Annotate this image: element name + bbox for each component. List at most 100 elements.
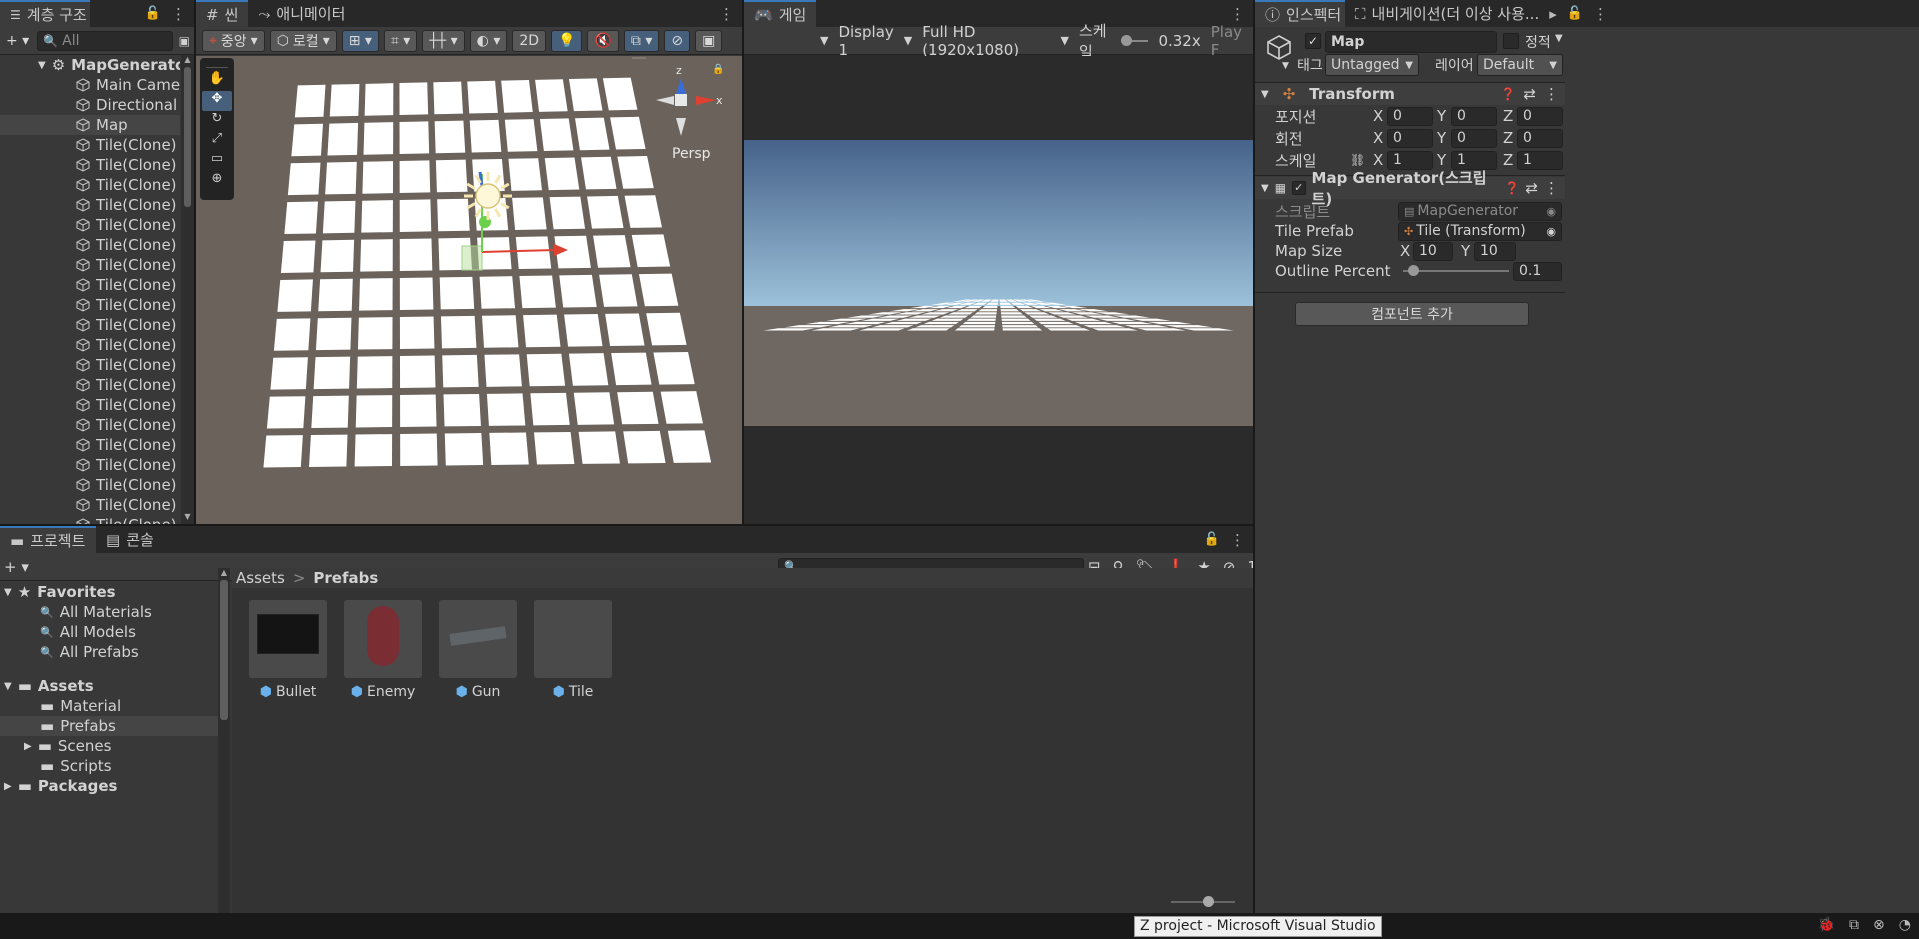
thumbnail-size-slider[interactable] — [1171, 896, 1235, 907]
help-icon[interactable]: ❓ — [1500, 87, 1515, 101]
hierarchy-item[interactable]: Map — [0, 115, 180, 135]
scene-tile[interactable] — [519, 275, 556, 309]
scene-tile[interactable] — [568, 353, 609, 386]
project-tree-scroll-thumb[interactable] — [220, 580, 228, 720]
scene-tile[interactable] — [467, 80, 498, 114]
more-options-icon[interactable]: ⋮ — [1593, 5, 1608, 23]
scene-tile[interactable] — [355, 395, 393, 428]
assets-section[interactable]: ▼ ▬ Assets — [0, 676, 218, 696]
tab-scroll-right-icon[interactable]: ▸ — [1549, 5, 1557, 23]
lock-icon[interactable]: 🔓 — [145, 6, 161, 21]
create-asset-button[interactable]: + ▾ — [4, 558, 29, 576]
hand-tool-icon[interactable]: ✋ — [202, 71, 232, 91]
favorite-item[interactable]: 🔍 All Models — [0, 622, 218, 642]
icon-dropdown-arrow[interactable]: ▼ — [1282, 61, 1289, 71]
hierarchy-item[interactable]: Tile(Clone) — [0, 175, 180, 195]
favorite-item[interactable]: 🔍 All Prefabs — [0, 642, 218, 662]
orientation-x-cone[interactable] — [696, 96, 716, 105]
outline-percent-field[interactable]: 0.1 — [1513, 261, 1562, 281]
scene-tile[interactable] — [587, 195, 624, 229]
scene-tile[interactable] — [469, 119, 502, 153]
scene-tile[interactable] — [273, 318, 311, 351]
transform-z-field[interactable]: 0 — [1517, 128, 1563, 148]
scene-tile[interactable] — [320, 239, 355, 273]
scene-tile[interactable] — [486, 393, 526, 426]
scene-tile[interactable] — [660, 391, 703, 424]
object-name-field[interactable]: Map — [1325, 31, 1497, 53]
hierarchy-item[interactable]: Tile(Clone) — [0, 455, 180, 475]
2d-toggle[interactable]: 2D — [512, 29, 547, 52]
scene-tile[interactable] — [484, 354, 522, 387]
layers-icon[interactable]: ⧉ — [1849, 917, 1859, 933]
scene-tile[interactable] — [318, 278, 353, 312]
scene-tile[interactable] — [624, 195, 662, 228]
tile-prefab-field[interactable]: ✣ Tile (Transform) ◉ — [1398, 221, 1562, 241]
lock-icon[interactable]: 🔓 — [1204, 532, 1220, 547]
palette-handle[interactable] — [206, 60, 228, 68]
scene-tile[interactable] — [435, 159, 468, 193]
scene-tile[interactable] — [539, 118, 574, 152]
scene-tile[interactable] — [617, 155, 654, 189]
scene-tile[interactable] — [399, 316, 435, 349]
resolution-dropdown[interactable]: Full HD (1920x1080) ▼ — [922, 23, 1069, 59]
scene-tile[interactable] — [329, 83, 360, 117]
move-gizmo-plane[interactable] — [461, 245, 483, 271]
transform-tool-icon[interactable]: ⊕ — [202, 171, 232, 191]
scene-tile[interactable] — [444, 433, 484, 466]
scroll-up-icon[interactable]: ▲ — [181, 55, 194, 67]
game-mode-dropdown[interactable]: ▼ — [820, 34, 828, 47]
hierarchy-item[interactable]: Tile(Clone) — [0, 395, 180, 415]
tab-game[interactable]: 🎮 게임 — [744, 0, 817, 27]
transform-x-field[interactable]: 0 — [1387, 128, 1433, 148]
game-viewport[interactable] — [744, 56, 1253, 524]
hierarchy-item[interactable]: Directional Light — [0, 95, 180, 115]
scene-tile[interactable] — [530, 392, 570, 426]
scene-tile[interactable] — [399, 82, 429, 116]
map-generator-header[interactable]: ▼ ▦ ✓ Map Generator(스크립트) ❓ ⇄ ⋮ — [1255, 169, 1565, 208]
rect-tool-icon[interactable]: ▭ — [202, 151, 232, 171]
more-options-icon[interactable]: ⋮ — [1230, 531, 1245, 549]
hierarchy-item[interactable]: Tile(Clone) — [0, 235, 180, 255]
scene-tile[interactable] — [434, 120, 466, 154]
scene-tile[interactable] — [277, 279, 313, 312]
hierarchy-item[interactable]: Tile(Clone) — [0, 195, 180, 215]
scene-tile[interactable] — [364, 83, 394, 116]
object-picker-icon[interactable]: ◉ — [1546, 225, 1556, 238]
orientation-down-cone[interactable] — [676, 118, 686, 136]
hierarchy-item[interactable]: Tile(Clone) — [0, 355, 180, 375]
scene-tile[interactable] — [437, 198, 470, 232]
scene-tile[interactable] — [313, 356, 351, 390]
rotate-tool-icon[interactable]: ↻ — [202, 111, 232, 131]
hierarchy-item[interactable]: Tile(Clone) — [0, 315, 180, 335]
scene-tile[interactable] — [544, 157, 580, 191]
create-button[interactable]: + ▾ — [4, 30, 31, 52]
transform-y-field[interactable]: 0 — [1451, 106, 1497, 126]
scene-tile[interactable] — [501, 79, 533, 113]
scene-tile[interactable] — [581, 156, 617, 190]
scene-tile[interactable] — [266, 396, 306, 429]
orientation-neg-x-cone[interactable] — [656, 96, 674, 105]
scene-viewport[interactable]: zx ✋ ✥ ↻ ⤢ ▭ ⊕ Persp 🔒 — [196, 56, 742, 524]
scene-tile[interactable] — [356, 356, 393, 389]
add-component-button[interactable]: 컴포넌트 추가 — [1295, 302, 1529, 326]
hierarchy-item[interactable]: Tile(Clone) — [0, 415, 180, 435]
packages-section[interactable]: ▶ ▬ Packages — [0, 776, 218, 796]
hierarchy-scrollbar[interactable]: ▲ ▼ — [181, 55, 194, 524]
scene-tile[interactable] — [602, 77, 638, 111]
scene-tile[interactable] — [322, 200, 356, 234]
breadcrumb-assets[interactable]: Assets — [236, 569, 285, 587]
scene-tile[interactable] — [399, 238, 433, 271]
scene-tile[interactable] — [263, 435, 303, 468]
map-size-x-field[interactable]: 10 — [1413, 241, 1453, 261]
hierarchy-item[interactable]: Tile(Clone) — [0, 295, 180, 315]
scene-tile[interactable] — [667, 430, 712, 463]
hierarchy-item[interactable]: Tile(Clone) — [0, 495, 180, 515]
expand-arrow-icon[interactable]: ▶ — [24, 741, 32, 752]
scene-tile[interactable] — [559, 274, 597, 308]
ruler-snap-button[interactable]: ┼┼ ▾ — [422, 29, 465, 52]
asset-folder-item[interactable]: ▶ ▬ Scenes — [0, 736, 218, 756]
scene-tile[interactable] — [512, 197, 547, 230]
hierarchy-item[interactable]: Main Camera — [0, 75, 180, 95]
prefab-asset[interactable]: ⬢ Tile — [533, 600, 613, 702]
hierarchy-root[interactable]: ▼ ⚙ MapGenerato ⋮ — [0, 55, 180, 75]
